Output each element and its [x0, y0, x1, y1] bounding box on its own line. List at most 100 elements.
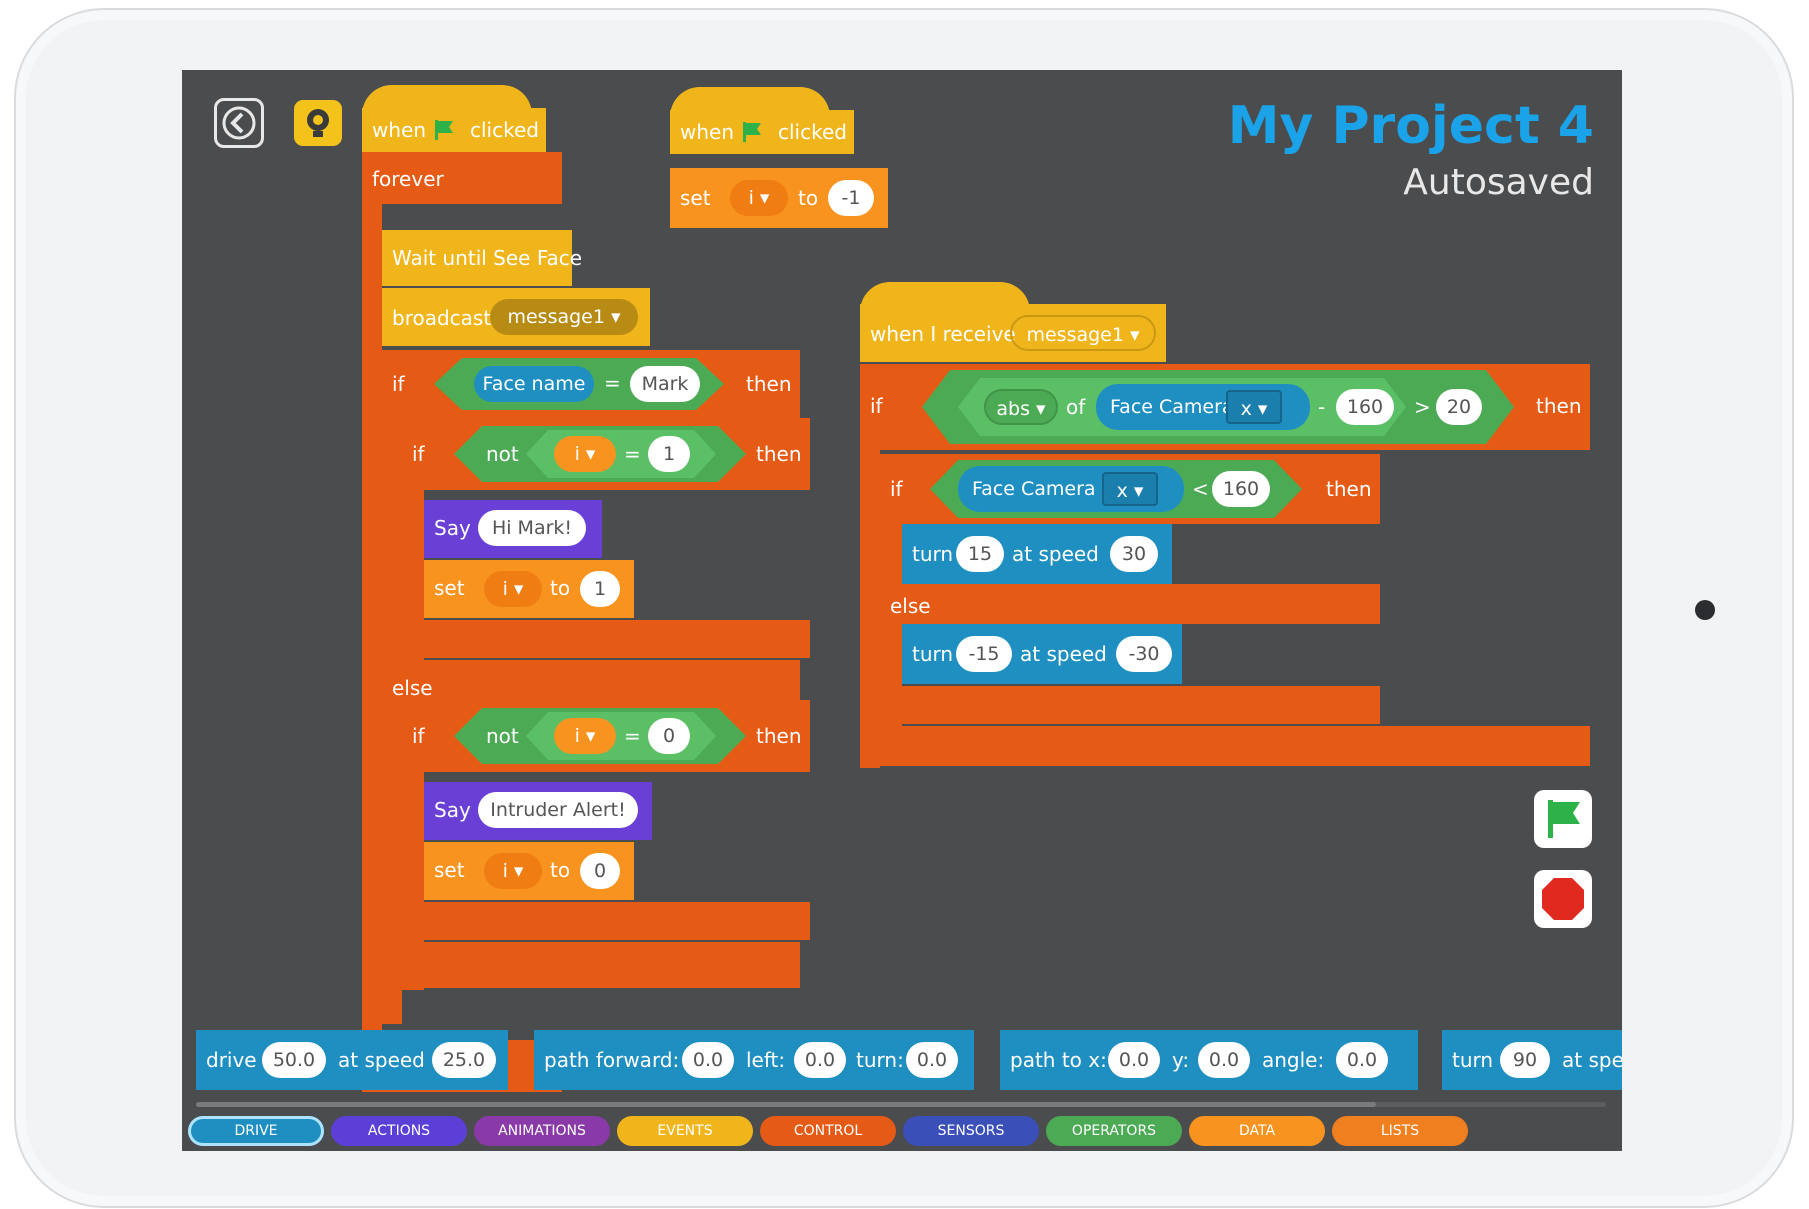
set-i-to-minus1-block[interactable]: set i ▾ to -1: [670, 168, 888, 228]
greater-than-operator[interactable]: abs ▾ of Face Camera ▾ x ▾ - 160 > 20: [922, 370, 1514, 444]
var-i-dropdown-5[interactable]: i ▾: [730, 180, 788, 216]
value-1[interactable]: 1: [648, 436, 690, 472]
if-face-camera-block[interactable]: if Face Camera ▾ x ▾ < 160 then: [880, 454, 1380, 524]
palette-x-value[interactable]: 0.0: [1108, 1042, 1160, 1078]
say-hi-mark-block[interactable]: Say Hi Mark!: [424, 500, 602, 558]
autosave-status: Autosaved: [1403, 162, 1594, 203]
tab-lists[interactable]: LISTS: [1332, 1116, 1468, 1146]
set-value-2[interactable]: 0: [580, 853, 620, 889]
lightbulb-icon: [307, 109, 329, 137]
palette-y-value[interactable]: 0.0: [1198, 1042, 1250, 1078]
if-not-i-equals-0-block[interactable]: if not i ▾ = 0 then: [402, 700, 810, 772]
palette-turn-degrees[interactable]: 90: [1500, 1042, 1550, 1078]
if-abs-arm: [860, 448, 880, 768]
wait-until-block[interactable]: Wait until See Face: [382, 230, 582, 286]
set-i-to-1-block[interactable]: set i ▾ to 1: [424, 560, 634, 618]
chevron-left-icon: [222, 106, 256, 140]
green-flag-icon: [743, 122, 761, 142]
run-button[interactable]: [1534, 790, 1592, 848]
var-i-dropdown-2[interactable]: i ▾: [484, 571, 542, 607]
forever-arm: [362, 202, 382, 1092]
say-text-1[interactable]: Hi Mark!: [478, 510, 586, 546]
back-button[interactable]: [214, 98, 264, 148]
abs-dropdown[interactable]: abs ▾: [984, 389, 1058, 425]
palette-turn-block[interactable]: turn 90 at speed: [1442, 1030, 1622, 1090]
say-intruder-block[interactable]: Say Intruder Alert!: [424, 782, 652, 840]
receive-message-dropdown[interactable]: message1 ▾: [1010, 315, 1156, 351]
if-face-camera-foot: [880, 686, 1380, 724]
tab-actions[interactable]: ACTIONS: [331, 1116, 467, 1146]
turn-15-block[interactable]: turn 15 at speed 30: [902, 524, 1172, 584]
palette-path-to-block[interactable]: path to x: 0.0 y: 0.0 angle: 0.0: [1000, 1030, 1418, 1090]
if-not-i-equals-1-block[interactable]: if not i ▾ = 1 then: [402, 418, 810, 490]
if-abs-block[interactable]: if abs ▾ of Face Camera ▾ x ▾ - 160 > 20…: [860, 364, 1590, 450]
forever-block[interactable]: forever: [362, 152, 562, 204]
tab-drive[interactable]: DRIVE: [188, 1116, 324, 1146]
tab-animations[interactable]: ANIMATIONS: [474, 1116, 610, 1146]
tab-operators[interactable]: OPERATORS: [1046, 1116, 1182, 1146]
if3-foot: [402, 902, 810, 940]
hint-button[interactable]: [294, 100, 342, 146]
project-title: My Project 4: [1227, 96, 1594, 156]
set-value-minus1[interactable]: -1: [828, 180, 874, 216]
else-2-block[interactable]: else: [880, 584, 1380, 624]
less-than-operator[interactable]: Face Camera ▾ x ▾ < 160: [930, 460, 1302, 518]
turn-speed-2[interactable]: -30: [1116, 636, 1172, 672]
editor-screen: My Project 4 Autosaved when clicked fore…: [182, 70, 1622, 1151]
axis-x-dropdown[interactable]: x ▾: [1226, 390, 1282, 424]
if1-foot: [382, 942, 800, 988]
green-flag-icon: [435, 120, 453, 140]
tab-control[interactable]: CONTROL: [760, 1116, 896, 1146]
turn-minus15-block[interactable]: turn -15 at speed -30: [902, 624, 1182, 684]
palette-left-value[interactable]: 0.0: [794, 1042, 846, 1078]
green-flag-icon: [1548, 800, 1580, 838]
minus-operator[interactable]: abs ▾ of Face Camera ▾ x ▾ - 160: [958, 378, 1406, 436]
tab-data[interactable]: DATA: [1189, 1116, 1325, 1146]
turn-degrees-1[interactable]: 15: [956, 536, 1004, 572]
stop-button[interactable]: [1534, 870, 1592, 928]
palette-drive-speed[interactable]: 25.0: [432, 1042, 496, 1078]
broadcast-block[interactable]: broadcast message1 ▾: [382, 288, 650, 346]
set-value-1[interactable]: 1: [580, 571, 620, 607]
set-i-to-0-block[interactable]: set i ▾ to 0: [424, 842, 634, 900]
stop-sign-icon: [1542, 878, 1584, 920]
palette-turn-value[interactable]: 0.0: [906, 1042, 958, 1078]
when-flag-clicked-block-2[interactable]: when clicked: [670, 110, 854, 154]
palette-scrollbar-thumb[interactable]: [196, 1102, 1376, 1107]
equals-operator-3[interactable]: i ▾ = 0: [526, 712, 716, 760]
face-name-sensor[interactable]: Face name: [474, 366, 594, 402]
when-i-receive-block[interactable]: when I receive message1 ▾: [860, 304, 1166, 362]
not-operator-2[interactable]: not i ▾ = 0: [454, 708, 746, 764]
equals-operator-2[interactable]: i ▾ = 1: [526, 430, 716, 478]
if1-arm: [382, 416, 402, 1024]
var-i-dropdown-4[interactable]: i ▾: [484, 853, 542, 889]
palette-angle-value[interactable]: 0.0: [1336, 1042, 1388, 1078]
turn-degrees-2[interactable]: -15: [956, 636, 1012, 672]
equals-operator[interactable]: Face name = Mark: [434, 358, 724, 410]
value-20[interactable]: 20: [1436, 389, 1482, 425]
if2-foot: [402, 620, 810, 658]
block-palette: drive 50.0 at speed 25.0 path forward: 0…: [182, 1026, 1622, 1116]
axis-x-dropdown-2[interactable]: x ▾: [1102, 472, 1158, 506]
if-abs-foot: [860, 726, 1590, 766]
tab-sensors[interactable]: SENSORS: [903, 1116, 1039, 1146]
home-button[interactable]: [1695, 600, 1715, 620]
message-dropdown[interactable]: message1 ▾: [490, 299, 638, 335]
when-flag-clicked-block[interactable]: when clicked: [362, 108, 546, 152]
value-160-b[interactable]: 160: [1212, 471, 1270, 507]
if-face-name-block[interactable]: if Face name = Mark then: [382, 350, 800, 418]
palette-scrollbar[interactable]: [196, 1102, 1606, 1107]
turn-speed-1[interactable]: 30: [1110, 536, 1158, 572]
value-0[interactable]: 0: [648, 718, 690, 754]
var-i-dropdown-3[interactable]: i ▾: [554, 718, 616, 754]
say-text-2[interactable]: Intruder Alert!: [478, 792, 638, 828]
palette-drive-value[interactable]: 50.0: [262, 1042, 326, 1078]
var-i-dropdown[interactable]: i ▾: [554, 436, 616, 472]
palette-path-forward-block[interactable]: path forward: 0.0 left: 0.0 turn: 0.0: [534, 1030, 974, 1090]
tab-events[interactable]: EVENTS: [617, 1116, 753, 1146]
palette-forward-value[interactable]: 0.0: [682, 1042, 734, 1078]
palette-drive-block[interactable]: drive 50.0 at speed 25.0: [196, 1030, 508, 1090]
value-160[interactable]: 160: [1336, 389, 1394, 425]
value-mark[interactable]: Mark: [630, 366, 700, 402]
not-operator[interactable]: not i ▾ = 1: [454, 426, 746, 482]
